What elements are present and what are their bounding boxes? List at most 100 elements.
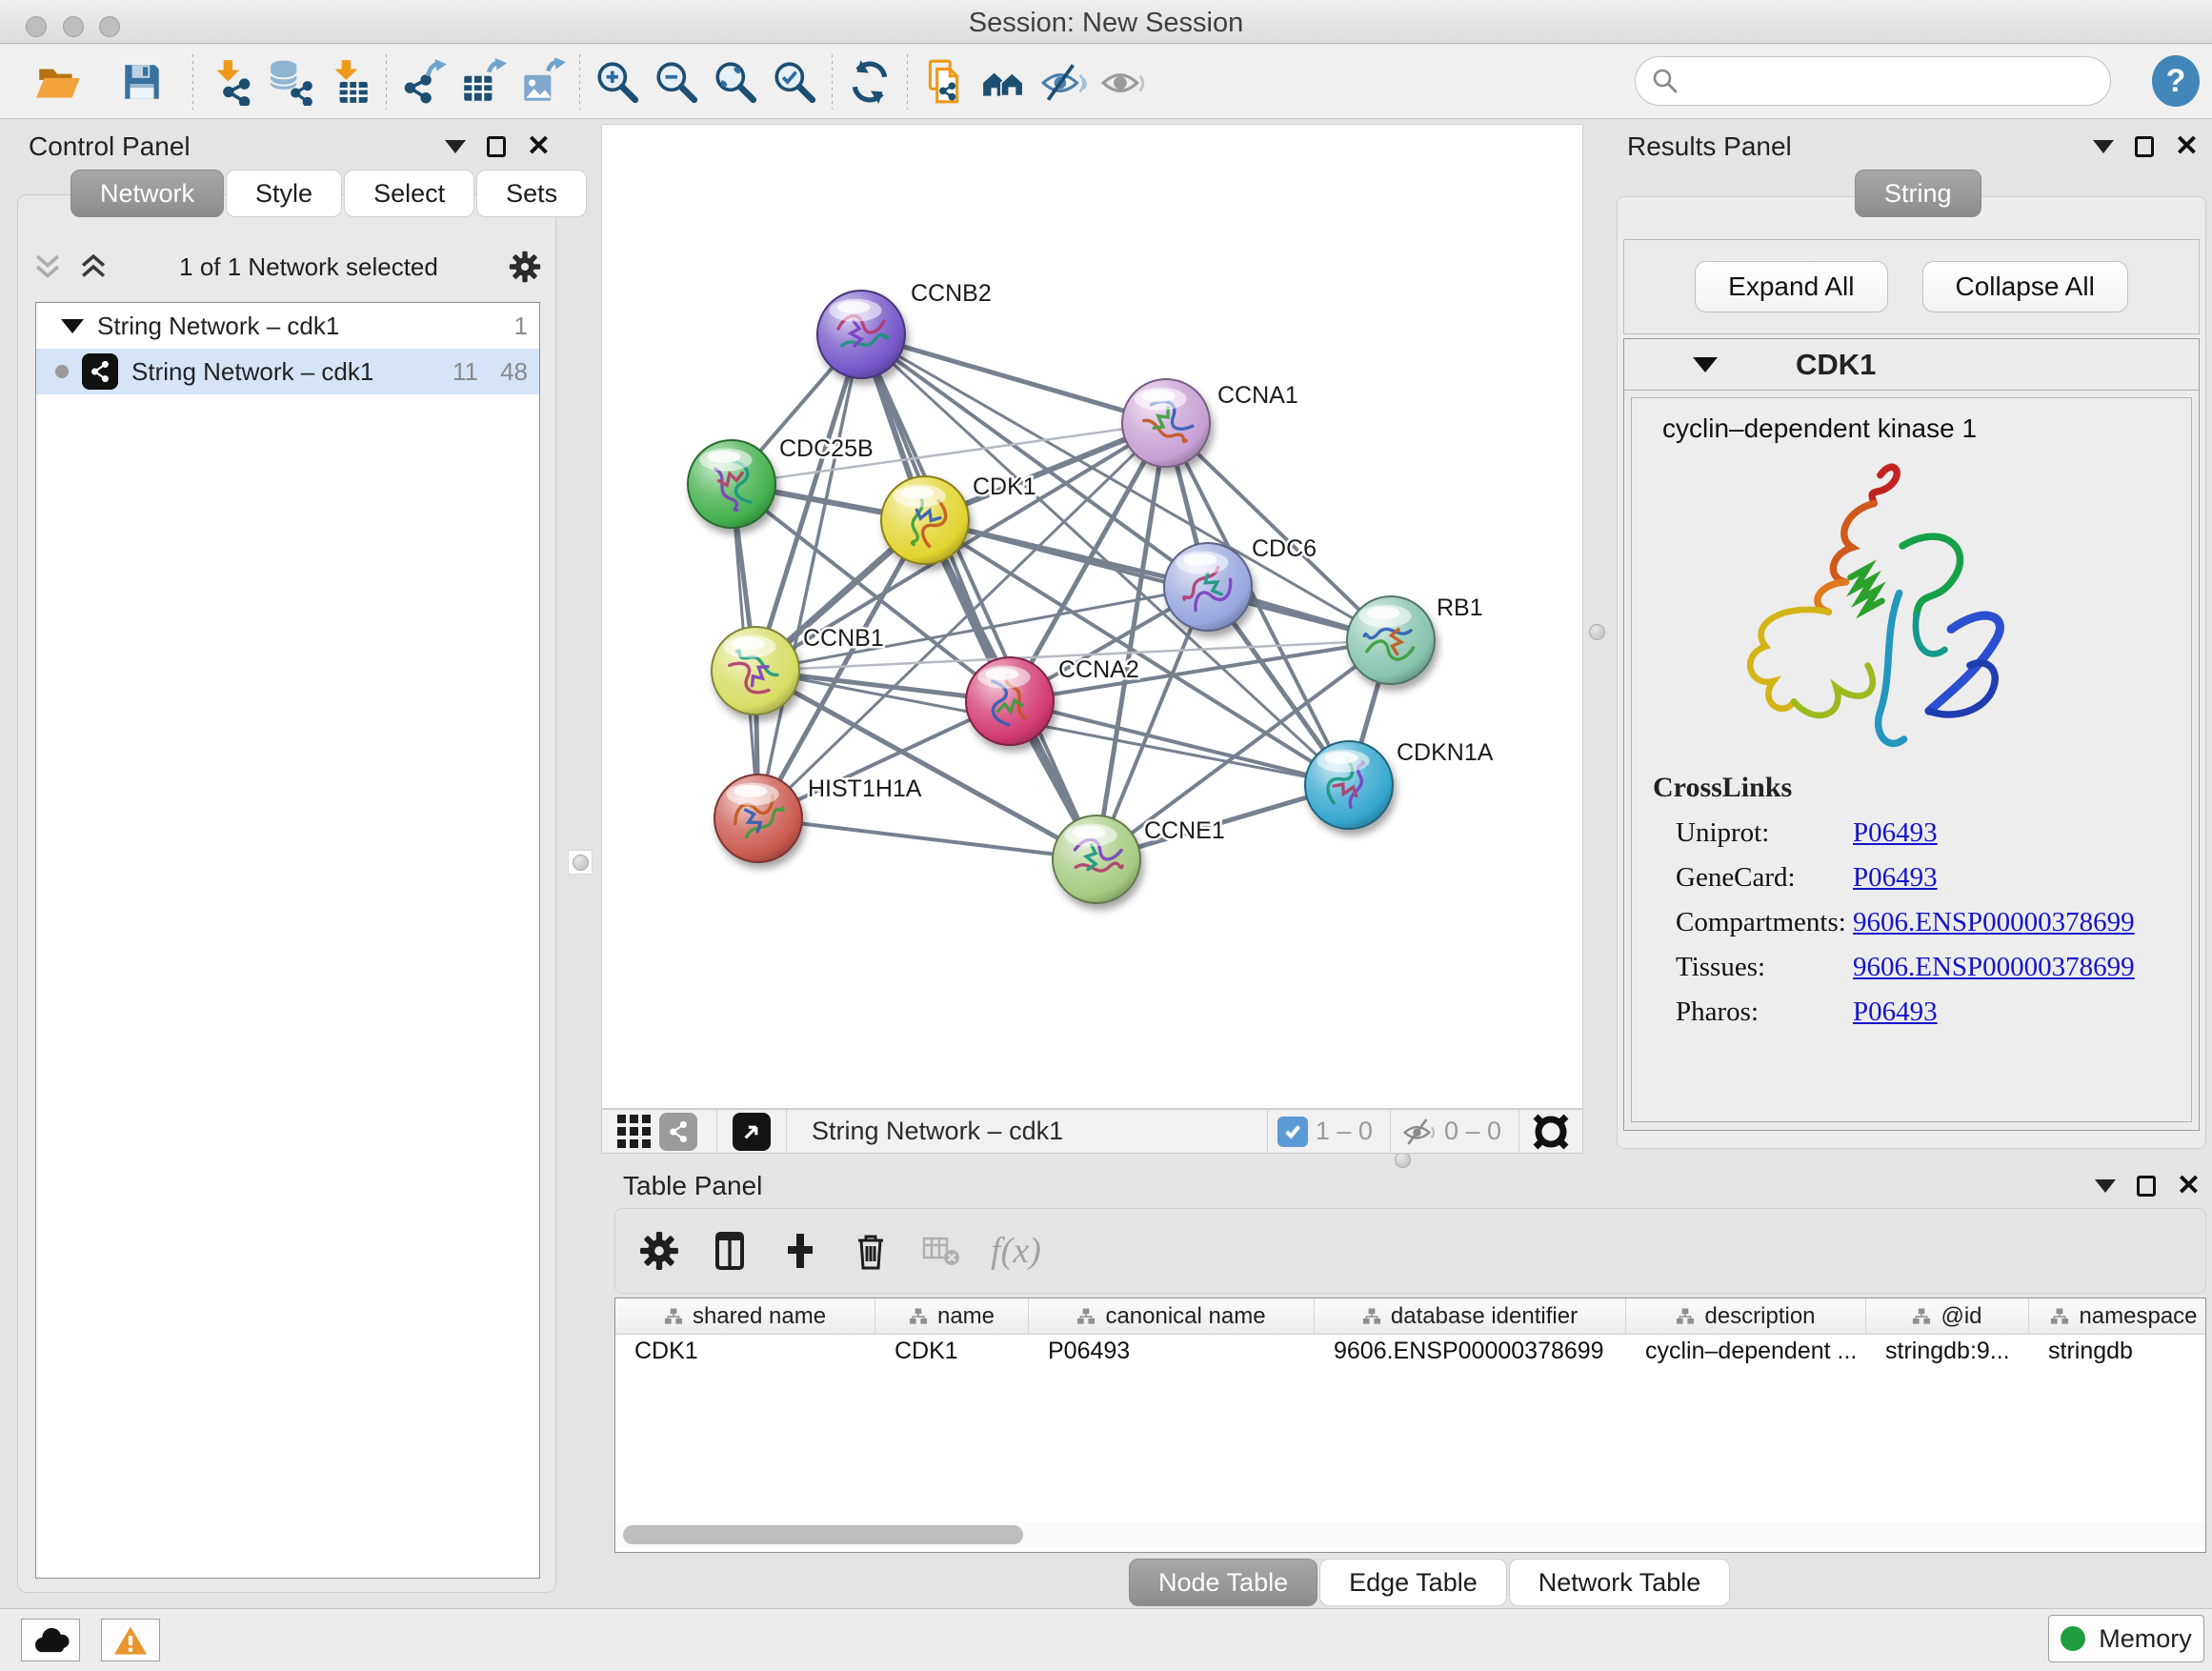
export-table-button[interactable]	[453, 52, 513, 111]
network-node-cdk1[interactable]	[881, 476, 969, 564]
network-node-ccne1[interactable]	[1053, 815, 1140, 903]
crosslink-link[interactable]: 9606.ENSP00000378699	[1853, 952, 2135, 983]
crosslink-link[interactable]: P06493	[1853, 817, 1938, 849]
results-float-icon[interactable]	[2135, 136, 2154, 157]
network-canvas[interactable]: CCNB2CCNA1CDC25BCDK1CDC6RB1CCNB1CCNA2CDK…	[601, 124, 1583, 1109]
network-node-hist1h1a[interactable]	[714, 775, 802, 862]
column-header-databaseidentifier[interactable]: database identifier	[1315, 1299, 1626, 1334]
clear-table-icon[interactable]	[920, 1230, 962, 1272]
export-image-button[interactable]	[513, 52, 572, 111]
left-splitter-handle[interactable]	[568, 850, 593, 875]
tab-network-table[interactable]: Network Table	[1509, 1559, 1731, 1606]
tab-edge-table[interactable]: Edge Table	[1319, 1559, 1507, 1606]
expand-all-button[interactable]: Expand All	[1695, 261, 1887, 312]
gene-expander-icon[interactable]	[1693, 357, 1718, 372]
network-svg[interactable]: CCNB2CCNA1CDC25BCDK1CDC6RB1CCNB1CCNA2CDK…	[602, 125, 1582, 1108]
network-node-rb1[interactable]	[1347, 596, 1435, 684]
tab-sets[interactable]: Sets	[476, 170, 587, 217]
tab-select[interactable]: Select	[344, 170, 474, 217]
expand-all-chevron-icon[interactable]	[77, 252, 110, 281]
search-field[interactable]	[1635, 56, 2111, 106]
right-splitter-handle[interactable]	[1589, 624, 1605, 640]
open-session-button[interactable]	[29, 52, 88, 111]
table-float-icon[interactable]	[2137, 1176, 2156, 1197]
cloud-button[interactable]	[21, 1619, 80, 1661]
detach-view-icon[interactable]	[733, 1113, 771, 1151]
delete-column-trash-icon[interactable]	[850, 1230, 892, 1272]
hide-selected-button[interactable]	[1034, 52, 1093, 111]
tab-string[interactable]: String	[1855, 170, 1981, 217]
zoom-out-button[interactable]	[647, 52, 706, 111]
collapse-all-button[interactable]: Collapse All	[1922, 261, 2128, 312]
grid-view-icon[interactable]	[615, 1113, 654, 1151]
zoom-selected-button[interactable]	[765, 52, 824, 111]
network-node-cdkn1a[interactable]	[1305, 741, 1393, 829]
network-view-icon[interactable]	[659, 1113, 697, 1151]
table-cell[interactable]: CDK1	[875, 1335, 1029, 1371]
show-columns-icon[interactable]	[709, 1230, 751, 1272]
panel-close-icon[interactable]: ✕	[527, 137, 551, 156]
column-header-id[interactable]: @id	[1866, 1299, 2029, 1334]
import-table-button[interactable]	[319, 52, 378, 111]
column-header-name[interactable]: name	[875, 1299, 1029, 1334]
column-header-description[interactable]: description	[1626, 1299, 1866, 1334]
table-menu-icon[interactable]	[2095, 1179, 2116, 1193]
export-network-button[interactable]	[394, 52, 453, 111]
panel-menu-icon[interactable]	[445, 140, 466, 153]
network-node-ccna1[interactable]	[1122, 379, 1210, 467]
tab-node-table[interactable]: Node Table	[1129, 1559, 1317, 1606]
network-edge[interactable]	[758, 423, 1166, 818]
show-all-button[interactable]	[1093, 52, 1152, 111]
network-row[interactable]: String Network – cdk1 11 48	[36, 349, 539, 394]
memory-button[interactable]: Memory	[2048, 1615, 2204, 1662]
network-node-ccnb2[interactable]	[817, 291, 905, 378]
import-network-button[interactable]	[201, 52, 260, 111]
network-node-cdc25b[interactable]	[688, 440, 775, 528]
refresh-layout-button[interactable]	[840, 52, 899, 111]
function-builder-icon[interactable]: f(x)	[991, 1230, 1041, 1272]
hscrollbar-thumb[interactable]	[623, 1525, 1023, 1544]
network-edge[interactable]	[861, 334, 1166, 423]
fit-selected-crosshair-icon[interactable]	[1529, 1110, 1573, 1154]
table-cell[interactable]: P06493	[1029, 1335, 1315, 1371]
results-menu-icon[interactable]	[2093, 140, 2114, 153]
crosslink-link[interactable]: P06493	[1853, 862, 1938, 894]
table-settings-gear-icon[interactable]	[638, 1230, 680, 1272]
table-close-icon[interactable]: ✕	[2177, 1177, 2201, 1196]
table-cell[interactable]: stringdb:9...	[1866, 1335, 2029, 1371]
network-node-cdc6[interactable]	[1164, 543, 1252, 631]
tab-network[interactable]: Network	[70, 170, 224, 217]
add-column-icon[interactable]	[779, 1230, 821, 1272]
network-edge[interactable]	[758, 818, 1096, 859]
table-hscrollbar[interactable]	[614, 1522, 2206, 1547]
table-row[interactable]: CDK1CDK1P064939606.ENSP00000378699cyclin…	[615, 1335, 2205, 1371]
table-cell[interactable]: stringdb	[2029, 1335, 2206, 1371]
results-close-icon[interactable]: ✕	[2175, 137, 2199, 156]
save-session-button[interactable]	[112, 52, 171, 111]
table-cell[interactable]: CDK1	[615, 1335, 875, 1371]
table-cell[interactable]: cyclin–dependent ...	[1626, 1335, 1866, 1371]
network-collection-row[interactable]: String Network – cdk1 1	[36, 303, 539, 349]
tree-expander-icon[interactable]	[61, 319, 84, 333]
tab-style[interactable]: Style	[226, 170, 342, 217]
crosslink-link[interactable]: 9606.ENSP00000378699	[1853, 907, 2135, 938]
zoom-fit-button[interactable]	[706, 52, 765, 111]
panel-float-icon[interactable]	[487, 136, 506, 157]
network-node-ccna2[interactable]	[966, 657, 1054, 745]
network-node-ccnb1[interactable]	[712, 627, 799, 715]
gene-header-row[interactable]: CDK1	[1624, 339, 2199, 391]
home-view-button[interactable]	[975, 52, 1034, 111]
network-edge[interactable]	[758, 334, 861, 818]
clone-network-button[interactable]	[915, 52, 975, 111]
column-header-namespace[interactable]: namespace	[2029, 1299, 2206, 1334]
zoom-in-button[interactable]	[588, 52, 647, 111]
warnings-button[interactable]	[101, 1619, 160, 1661]
selected-nodes-checkbox[interactable]	[1277, 1117, 1308, 1147]
search-input[interactable]	[1679, 67, 2110, 96]
gear-icon[interactable]	[508, 250, 542, 284]
collapse-all-chevron-icon[interactable]	[31, 252, 64, 281]
column-header-canonicalname[interactable]: canonical name	[1029, 1299, 1315, 1334]
table-cell[interactable]: 9606.ENSP00000378699	[1315, 1335, 1626, 1371]
crosslink-link[interactable]: P06493	[1853, 997, 1938, 1028]
column-header-sharedname[interactable]: shared name	[615, 1299, 875, 1334]
